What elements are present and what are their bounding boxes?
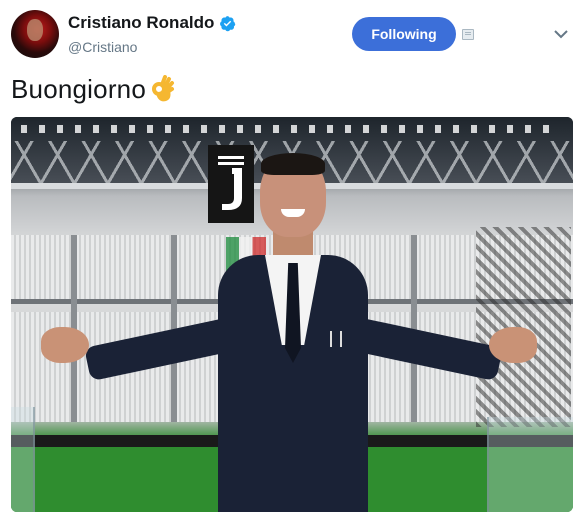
profile-avatar[interactable] (11, 10, 59, 58)
author-name-row: Cristiano Ronaldo (68, 13, 236, 33)
avatar-face (27, 19, 43, 41)
club-logo-icon (208, 145, 254, 223)
user-handle[interactable]: @Cristiano (68, 39, 137, 55)
notification-icon[interactable] (462, 29, 474, 40)
person-hand (489, 327, 537, 363)
glass-panel (487, 417, 573, 512)
suit-crest-icon (330, 331, 342, 347)
display-name[interactable]: Cristiano Ronaldo (68, 13, 214, 33)
tweet-photo[interactable] (11, 117, 573, 512)
tweet-text-content: Buongiorno (11, 74, 146, 104)
stadium-lights (21, 125, 561, 133)
person-hair (261, 153, 325, 175)
chevron-down-icon[interactable] (553, 28, 569, 40)
ok-hand-icon (152, 74, 174, 101)
verified-badge-icon (220, 15, 236, 31)
person-hand (41, 327, 89, 363)
j-logo-icon (218, 156, 244, 210)
glass-panel (11, 407, 35, 512)
following-button[interactable]: Following (352, 17, 456, 51)
tweet-text: Buongiorno (11, 74, 178, 105)
